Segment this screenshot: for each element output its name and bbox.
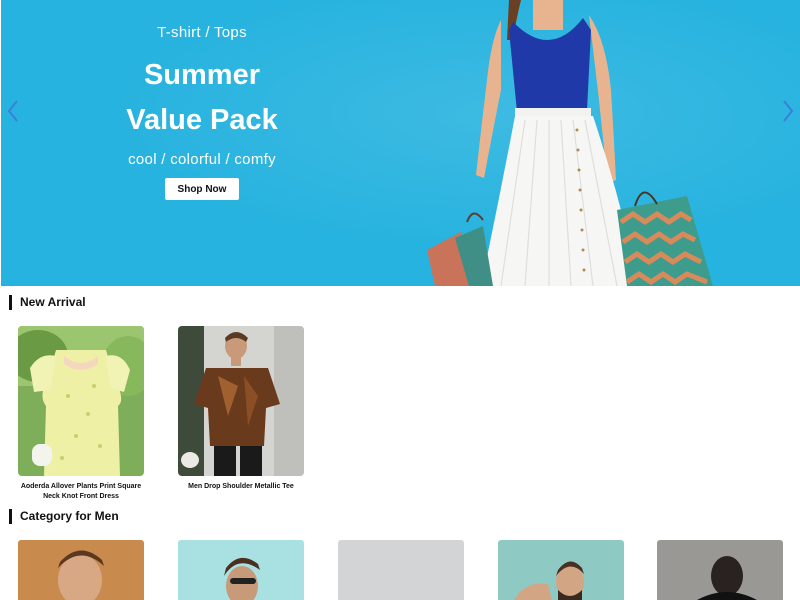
section-accent-bar (9, 508, 12, 524)
chevron-right-icon (783, 100, 794, 122)
category-item[interactable] (18, 540, 144, 600)
category-image (18, 540, 144, 600)
product-image (18, 326, 144, 476)
category-item[interactable] (657, 540, 783, 600)
product-image (178, 326, 304, 476)
category-image (657, 540, 783, 600)
new-arrival-title: New Arrival (20, 295, 86, 309)
category-image (498, 540, 624, 600)
product-card[interactable]: Men Drop Shoulder Metallic Tee (178, 326, 304, 492)
hero-title: Summer Value Pack (82, 53, 322, 143)
new-arrival-heading: New Arrival (9, 294, 86, 310)
product-name: Men Drop Shoulder Metallic Tee (188, 483, 294, 490)
section-accent-bar (9, 294, 12, 310)
product-card[interactable]: Aoderda Allover Plants Print Square Neck… (18, 326, 144, 502)
category-men-heading: Category for Men (9, 508, 119, 524)
hero-model-image (427, 0, 713, 286)
hero-subtitle: cool / colorful / comfy (128, 151, 276, 168)
category-image (178, 540, 304, 600)
carousel-prev-button[interactable] (3, 98, 25, 124)
shop-now-button[interactable]: Shop Now (165, 178, 239, 200)
category-item[interactable] (338, 540, 464, 600)
category-men-title: Category for Men (20, 509, 119, 523)
hero-eyebrow: T-shirt / Tops (157, 24, 247, 41)
category-item[interactable] (178, 540, 304, 600)
hero-text-block: T-shirt / Tops Summer Value Pack cool / … (82, 0, 322, 200)
product-name: Aoderda Allover Plants Print Square Neck… (20, 483, 142, 500)
hero-banner[interactable]: T-shirt / Tops Summer Value Pack cool / … (1, 0, 800, 286)
category-item[interactable] (498, 540, 624, 600)
category-image (338, 540, 464, 600)
hero-title-line-2: Value Pack (126, 104, 278, 136)
carousel-next-button[interactable] (776, 98, 798, 124)
chevron-left-icon (7, 100, 18, 122)
hero-title-line-1: Summer (143, 59, 261, 91)
